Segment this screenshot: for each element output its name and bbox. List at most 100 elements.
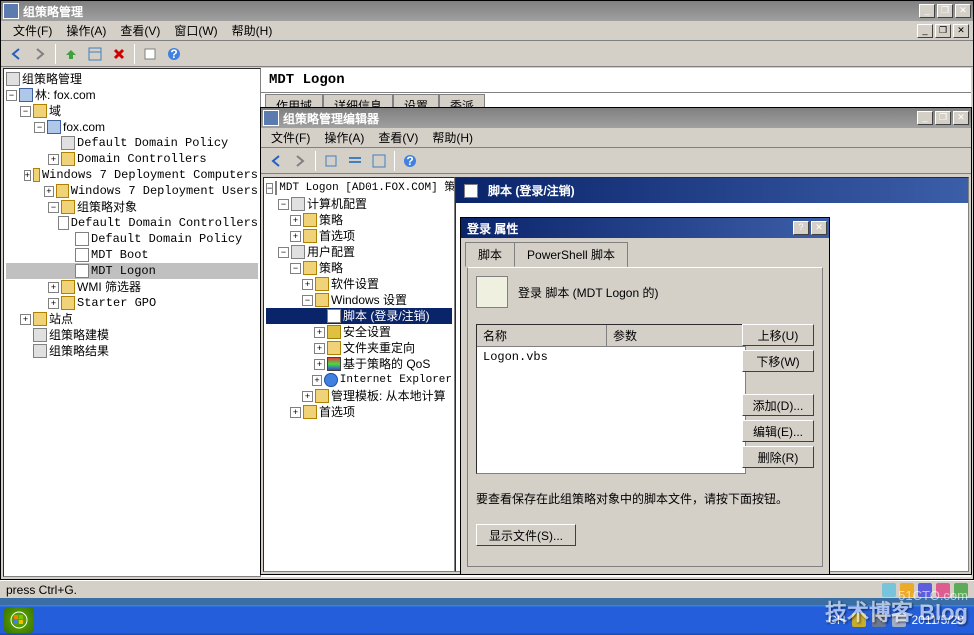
etree-computer[interactable]: −计算机配置: [266, 196, 452, 212]
console-tree-pane[interactable]: 组策略管理 −林: fox.com −域 −fox.com Default Do…: [3, 68, 261, 577]
etree-win[interactable]: −Windows 设置: [266, 292, 452, 308]
edit-button[interactable]: 编辑(E)...: [742, 420, 814, 442]
etree-user-policies[interactable]: −策略: [266, 260, 452, 276]
etree-root[interactable]: −MDT Logon [AD01.FOX.COM] 策略: [266, 180, 452, 196]
expand-icon[interactable]: +: [48, 282, 59, 293]
tray-network-icon[interactable]: [872, 613, 886, 627]
mdi-minimize-button[interactable]: _: [917, 24, 933, 38]
collapse-icon[interactable]: −: [6, 90, 17, 101]
maximize-button[interactable]: ❐: [937, 4, 953, 18]
show-files-button[interactable]: 显示文件(S)...: [476, 524, 576, 546]
start-button[interactable]: [4, 607, 34, 633]
editor-forward-button[interactable]: [289, 150, 311, 172]
editor-menu-help[interactable]: 帮助(H): [426, 127, 479, 148]
etree-comp-policies[interactable]: +策略: [266, 212, 452, 228]
etree-sw[interactable]: +软件设置: [266, 276, 452, 292]
tree-w7u[interactable]: +Windows 7 Deployment Users: [6, 183, 258, 199]
tree-gpo-container[interactable]: −组策略对象: [6, 199, 258, 215]
etree-scripts[interactable]: 脚本 (登录/注销): [266, 308, 452, 324]
expand-icon[interactable]: +: [20, 314, 31, 325]
tree-domains[interactable]: −域: [6, 103, 258, 119]
etree-redir[interactable]: +文件夹重定向: [266, 340, 452, 356]
collapse-icon[interactable]: −: [48, 202, 59, 213]
remove-button[interactable]: 删除(R): [742, 446, 814, 468]
expand-icon[interactable]: +: [24, 170, 31, 181]
tree-root[interactable]: 组策略管理: [6, 71, 258, 87]
editor-close-button[interactable]: ✕: [953, 111, 969, 125]
etree-user[interactable]: −用户配置: [266, 244, 452, 260]
editor-menu-action[interactable]: 操作(A): [318, 127, 370, 148]
tab-scripts[interactable]: 脚本: [465, 242, 515, 267]
editor-minimize-button[interactable]: _: [917, 111, 933, 125]
menu-view[interactable]: 查看(V): [114, 20, 166, 41]
tree-gpo-ddp[interactable]: Default Domain Policy: [6, 231, 258, 247]
etree-ie[interactable]: +Internet Explorer: [266, 372, 452, 388]
delete-button[interactable]: [108, 43, 130, 65]
close-button[interactable]: ✕: [955, 4, 971, 18]
dialog-close-button[interactable]: ✕: [811, 221, 827, 235]
tree-ddp[interactable]: Default Domain Policy: [6, 135, 258, 151]
dialog-help-button[interactable]: ?: [793, 221, 809, 235]
add-button[interactable]: 添加(D)...: [742, 394, 814, 416]
language-indicator[interactable]: CH: [828, 613, 845, 627]
collapse-icon[interactable]: −: [20, 106, 31, 117]
tree-w7c[interactable]: +Windows 7 Deployment Computers: [6, 167, 258, 183]
menu-window[interactable]: 窗口(W): [168, 20, 223, 41]
expand-icon[interactable]: +: [48, 298, 59, 309]
editor-list-button[interactable]: [344, 150, 366, 172]
up-button[interactable]: [60, 43, 82, 65]
expand-icon[interactable]: +: [44, 186, 54, 197]
tree-sites[interactable]: +站点: [6, 311, 258, 327]
editor-tree-pane[interactable]: −MDT Logon [AD01.FOX.COM] 策略 −计算机配置 +策略 …: [263, 177, 455, 572]
tray-volume-icon[interactable]: [892, 613, 906, 627]
tray-date[interactable]: 2011/5/29: [912, 613, 965, 627]
col-param[interactable]: 参数: [607, 325, 745, 346]
tree-starter[interactable]: +Starter GPO: [6, 295, 258, 311]
tree-modeling[interactable]: 组策略建模: [6, 327, 258, 343]
move-down-button[interactable]: 下移(W): [742, 350, 814, 372]
properties-button[interactable]: [139, 43, 161, 65]
tree-gpo-mdtboot[interactable]: MDT Boot: [6, 247, 258, 263]
editor-details-button[interactable]: [368, 150, 390, 172]
details-view-button[interactable]: [84, 43, 106, 65]
scripts-listbox[interactable]: 名称 参数 Logon.vbs: [476, 324, 746, 474]
list-item[interactable]: Logon.vbs: [477, 347, 745, 366]
gpo-folder-icon: [61, 200, 75, 214]
etree-qos[interactable]: +基于策略的 QoS: [266, 356, 452, 372]
tab-powershell[interactable]: PowerShell 脚本: [514, 242, 628, 267]
mdi-close-button[interactable]: ✕: [953, 24, 969, 38]
collapse-icon[interactable]: −: [34, 122, 45, 133]
etree-comp-prefs[interactable]: +首选项: [266, 228, 452, 244]
etree-sec[interactable]: +安全设置: [266, 324, 452, 340]
etree-user-prefs[interactable]: +首选项: [266, 404, 452, 420]
editor-back-button[interactable]: [265, 150, 287, 172]
tree-dc[interactable]: +Domain Controllers: [6, 151, 258, 167]
menu-action[interactable]: 操作(A): [60, 20, 112, 41]
etree-admin[interactable]: +管理模板: 从本地计算: [266, 388, 452, 404]
tree-results[interactable]: 组策略结果: [6, 343, 258, 359]
tree-gpo-mdtlogon[interactable]: MDT Logon: [6, 263, 258, 279]
editor-menu-file[interactable]: 文件(F): [265, 127, 316, 148]
minimize-button[interactable]: _: [919, 4, 935, 18]
editor-title: 组策略管理编辑器: [283, 110, 917, 127]
mdi-restore-button[interactable]: ❐: [935, 24, 951, 38]
menu-file[interactable]: 文件(F): [7, 20, 58, 41]
tray-icon[interactable]: [852, 613, 866, 627]
expand-icon[interactable]: +: [48, 154, 59, 165]
move-up-button[interactable]: 上移(U): [742, 324, 814, 346]
editor-maximize-button[interactable]: ❐: [935, 111, 951, 125]
tree-domain-fox[interactable]: −fox.com: [6, 119, 258, 135]
tree-wmi[interactable]: +WMI 筛选器: [6, 279, 258, 295]
back-button[interactable]: [5, 43, 27, 65]
editor-up-button[interactable]: [320, 150, 342, 172]
col-name[interactable]: 名称: [477, 325, 607, 346]
tree-forest[interactable]: −林: fox.com: [6, 87, 258, 103]
editor-menu-view[interactable]: 查看(V): [372, 127, 424, 148]
editor-help-button[interactable]: ?: [399, 150, 421, 172]
list-header: 名称 参数: [477, 325, 745, 347]
help-button[interactable]: ?: [163, 43, 185, 65]
tree-gpo-ddcp[interactable]: Default Domain Controllers: [6, 215, 258, 231]
forward-button[interactable]: [29, 43, 51, 65]
menu-help[interactable]: 帮助(H): [226, 20, 279, 41]
gpo-icon: [75, 248, 89, 262]
